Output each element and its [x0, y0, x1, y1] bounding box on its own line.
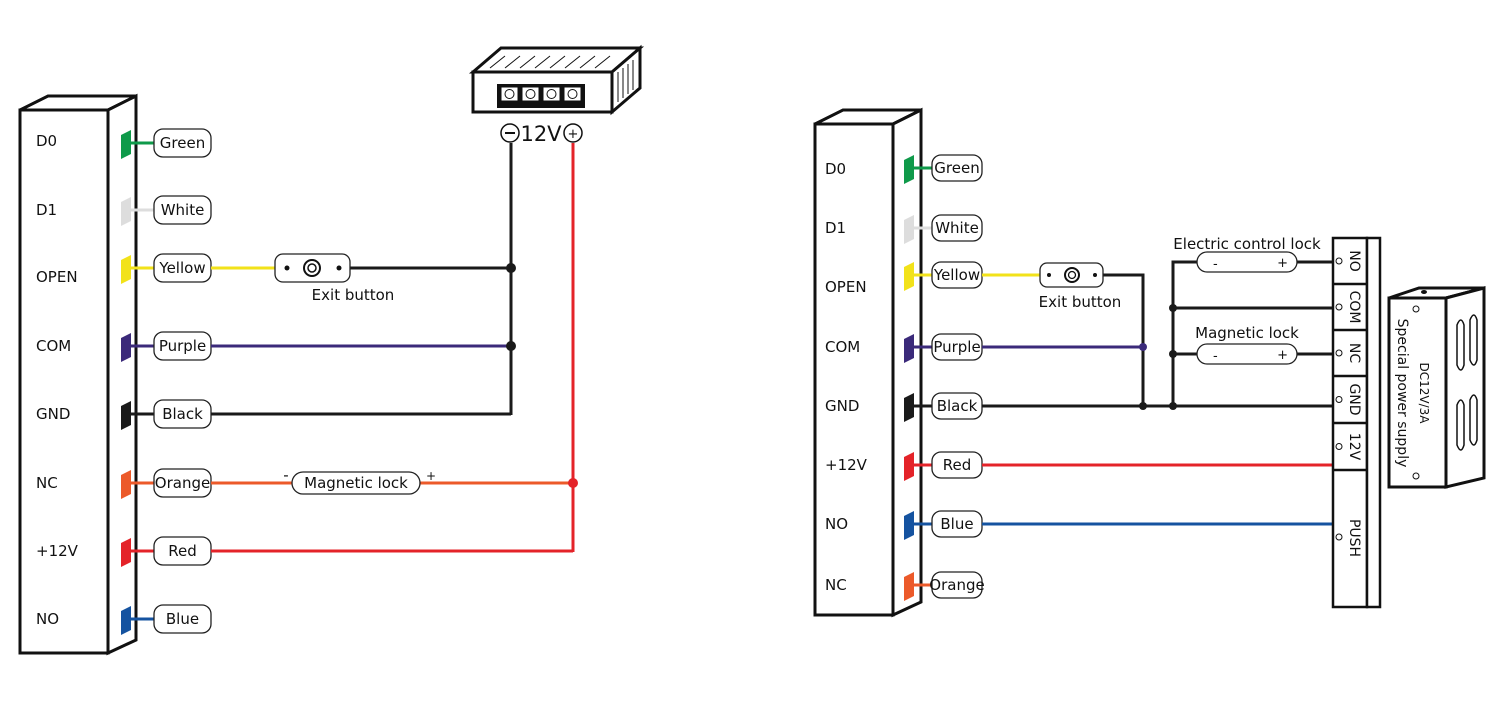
minus-label: - [1213, 257, 1218, 272]
connector [121, 197, 131, 226]
pin-label: NC [36, 474, 58, 492]
connector [904, 511, 914, 540]
psu-rating: DC12V/3A [1417, 363, 1431, 425]
special-power-supply: Special power supply DC12V/3A [1387, 286, 1486, 489]
pin-label: GND [36, 405, 70, 423]
wire-color-label: Yellow [158, 259, 205, 277]
wire-color-label: Blue [166, 610, 199, 628]
pin-label: +12V [36, 542, 79, 560]
plus-label: + [1277, 256, 1288, 271]
connector [904, 452, 914, 481]
pin-label: +12V [825, 456, 868, 474]
wire-color-label: Yellow [933, 266, 980, 284]
left-diagram: D0 Green D1 White OPEN Yellow COM Purple GND Blac… [18, 44, 645, 656]
terminal-label: NC [1346, 343, 1362, 363]
connector [121, 255, 131, 284]
pin-label: D0 [825, 160, 846, 178]
plus-label: + [426, 469, 436, 483]
terminal-screw-icon [1335, 443, 1343, 450]
terminal-label: PUSH [1346, 519, 1362, 557]
terminal-screw-icon [1335, 303, 1343, 311]
connector [121, 606, 131, 635]
connector [904, 155, 914, 184]
pin-label: NO [825, 515, 848, 533]
power-supply-12v: + 12V [468, 44, 645, 146]
wire-color-label: Orange [929, 576, 984, 594]
pin-label: OPEN [825, 278, 867, 296]
pin-label: D1 [36, 201, 57, 219]
exit-button-label: Exit button [312, 286, 395, 304]
terminal-screw-icon [1335, 349, 1343, 357]
right-wires [982, 260, 1333, 526]
connector [121, 130, 131, 159]
wiring-diagram: D0 Green D1 White OPEN Yellow COM Purple GND Blac… [18, 44, 1486, 656]
terminal-screw-icon [1335, 533, 1343, 541]
wire-color-label: Red [943, 456, 972, 474]
magnetic-lock-label: Magnetic lock [1195, 324, 1299, 342]
terminal-block: NO COM NC GND 12V PUSH [1331, 236, 1382, 609]
pin-label: GND [825, 397, 859, 415]
connector [121, 538, 131, 567]
pin-label: COM [825, 338, 860, 356]
wire-color-label: Orange [155, 474, 210, 492]
psu-name: Special power supply [1394, 319, 1410, 468]
exit-button-label: Exit button [1039, 293, 1122, 311]
exit-button: Exit button [274, 253, 395, 304]
wire-color-label: White [935, 219, 979, 237]
psu-plus: + [568, 127, 579, 142]
electric-lock-label: Electric control lock [1173, 235, 1321, 253]
terminal-label: 12V [1346, 433, 1362, 461]
terminal-screw-icon [1335, 257, 1343, 265]
connector [121, 470, 131, 499]
wire-color-label: Blue [940, 515, 973, 533]
wire-color-label: Green [934, 159, 979, 177]
connector [904, 572, 914, 601]
minus-label: - [283, 466, 288, 484]
exit-button: Exit button [1039, 262, 1122, 311]
pin-label: D1 [825, 219, 846, 237]
magnetic-lock: Magnetic lock - + [283, 466, 436, 495]
wire-color-label: Black [937, 397, 978, 415]
wire-color-label: Purple [933, 338, 980, 356]
pin-label: OPEN [36, 268, 78, 286]
right-diagram: D0 Green D1 White OPEN Yellow COM Purple GND Blac… [813, 107, 1486, 618]
plus-label: + [1277, 348, 1288, 363]
terminal-label: COM [1346, 291, 1362, 324]
connector [121, 333, 131, 362]
connector [904, 334, 914, 363]
wire-color-label: Red [168, 542, 197, 560]
magnetic-lock: Magnetic lock - + [1195, 324, 1299, 365]
connector [121, 401, 131, 430]
left-controller [18, 93, 138, 656]
connector [904, 393, 914, 422]
pin-label: COM [36, 337, 71, 355]
magnetic-lock-label: Magnetic lock [304, 474, 408, 492]
electric-control-lock: Electric control lock - + [1173, 235, 1321, 273]
wire-color-label: Black [162, 405, 203, 423]
terminal-screw-icon [1335, 396, 1343, 403]
wire-color-label: White [161, 201, 205, 219]
pin-label: NC [825, 576, 847, 594]
terminal-label: NO [1346, 250, 1362, 272]
terminal-label: GND [1346, 383, 1362, 415]
connector [904, 262, 914, 291]
connector [904, 215, 914, 244]
wire-color-label: Purple [159, 337, 206, 355]
psu-voltage-label: 12V [520, 122, 562, 146]
wire-color-label: Green [160, 134, 205, 152]
pin-label: NO [36, 610, 59, 628]
minus-label: - [1213, 349, 1218, 364]
pin-label: D0 [36, 132, 57, 150]
